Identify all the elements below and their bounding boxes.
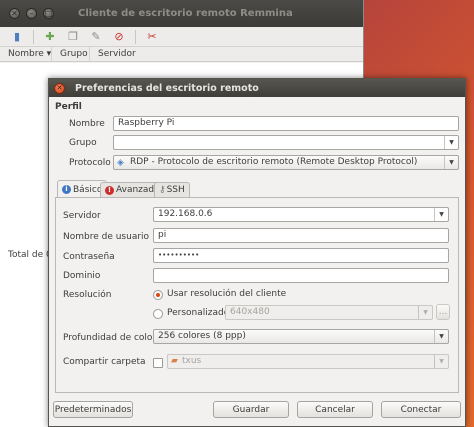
new-profile-icon[interactable]: ✚ — [43, 30, 57, 44]
password-label: Contraseña — [63, 252, 115, 262]
minimize-window-icon[interactable]: – — [26, 8, 37, 19]
color-depth-label: Profundidad de color — [63, 333, 157, 343]
group-label: Grupo — [69, 138, 97, 148]
share-folder-checkbox[interactable] — [153, 358, 163, 368]
column-group[interactable]: Grupo — [52, 47, 90, 61]
save-button[interactable]: Guardar — [213, 401, 289, 418]
domain-label: Dominio — [63, 271, 101, 281]
server-input[interactable]: 192.168.0.6 ▼ — [153, 207, 449, 222]
folder-icon: ▰ — [171, 356, 178, 366]
domain-input[interactable] — [153, 268, 449, 283]
main-toolbar: ▮ ✚ ❐ ✎ ⊘ ✂ — [0, 27, 363, 47]
column-server[interactable]: Servidor — [90, 47, 150, 61]
defaults-button[interactable]: Predeterminados — [53, 401, 133, 418]
protocol-label: Protocolo — [69, 158, 111, 168]
resolution-client-label: Usar resolución del cliente — [167, 289, 287, 299]
column-name[interactable]: Nombre ▾ — [0, 47, 52, 61]
resolution-custom-select[interactable]: 640x480 ▼ — [225, 305, 433, 320]
protocol-select[interactable]: ◈ RDP - Protocolo de escritorio remoto (… — [113, 155, 459, 170]
toolbar-separator — [135, 29, 136, 44]
maximize-window-icon[interactable]: □ — [43, 8, 54, 19]
close-window-icon[interactable]: ✕ — [9, 8, 20, 19]
server-dropdown-icon[interactable]: ▼ — [434, 208, 448, 221]
server-label: Servidor — [63, 211, 101, 221]
ssh-key-icon: ⚷ — [159, 185, 166, 195]
resolution-custom-radio[interactable] — [153, 309, 163, 319]
preferences-tools-icon[interactable]: ✂ — [145, 30, 159, 44]
info-icon: i — [62, 185, 71, 194]
rdp-protocol-icon: ◈ — [117, 158, 124, 168]
password-input[interactable]: •••••••••• — [153, 248, 449, 263]
resolution-client-radio[interactable] — [153, 290, 163, 300]
color-depth-select[interactable]: 256 colores (8 ppp) ▼ — [153, 329, 449, 344]
share-folder-select[interactable]: ▰ txus ▼ — [167, 354, 449, 369]
dialog-close-icon[interactable]: ✕ — [54, 82, 65, 94]
chevron-down-icon: ▼ — [418, 306, 432, 319]
delete-profile-icon[interactable]: ⊘ — [112, 30, 126, 44]
dialog-titlebar: ✕ Preferencias del escritorio remoto — [49, 79, 465, 97]
chevron-down-icon: ▼ — [444, 156, 458, 169]
warning-icon: ! — [105, 185, 114, 195]
name-label: Nombre — [69, 119, 105, 129]
connect-button[interactable]: Conectar — [381, 401, 461, 418]
tab-ssh[interactable]: ⚷ SSH — [154, 182, 190, 197]
profile-section-title: Perfil — [55, 102, 82, 112]
status-bar-text: Total de 0 — [8, 250, 52, 260]
chevron-down-icon: ▼ — [434, 330, 448, 343]
connect-icon[interactable]: ▮ — [10, 30, 24, 44]
edit-profile-icon[interactable]: ✎ — [89, 30, 103, 44]
profile-list-header: Nombre ▾ Grupo Servidor — [0, 47, 363, 62]
group-input[interactable]: ▼ — [113, 135, 459, 150]
resolution-more-button[interactable]: ... — [436, 304, 450, 320]
dialog-title: Preferencias del escritorio remoto — [75, 82, 259, 94]
copy-profile-icon[interactable]: ❐ — [66, 30, 80, 44]
main-window-title: Cliente de escritorio remoto Remmina — [78, 8, 293, 19]
username-label: Nombre de usuario — [63, 232, 150, 242]
resolution-label: Resolución — [63, 290, 112, 300]
group-dropdown-icon[interactable]: ▼ — [444, 136, 458, 149]
resolution-custom-label: Personalizado — [167, 308, 230, 318]
preferences-dialog: ✕ Preferencias del escritorio remoto Per… — [48, 78, 466, 427]
name-input[interactable]: Raspberry Pi — [113, 116, 459, 131]
cancel-button[interactable]: Cancelar — [297, 401, 373, 418]
toolbar-separator — [33, 29, 34, 44]
chevron-down-icon: ▼ — [434, 355, 448, 368]
main-titlebar: ✕ – □ Cliente de escritorio remoto Remmi… — [0, 0, 363, 27]
share-folder-label: Compartir carpeta — [63, 357, 146, 367]
username-input[interactable]: pi — [153, 228, 449, 243]
